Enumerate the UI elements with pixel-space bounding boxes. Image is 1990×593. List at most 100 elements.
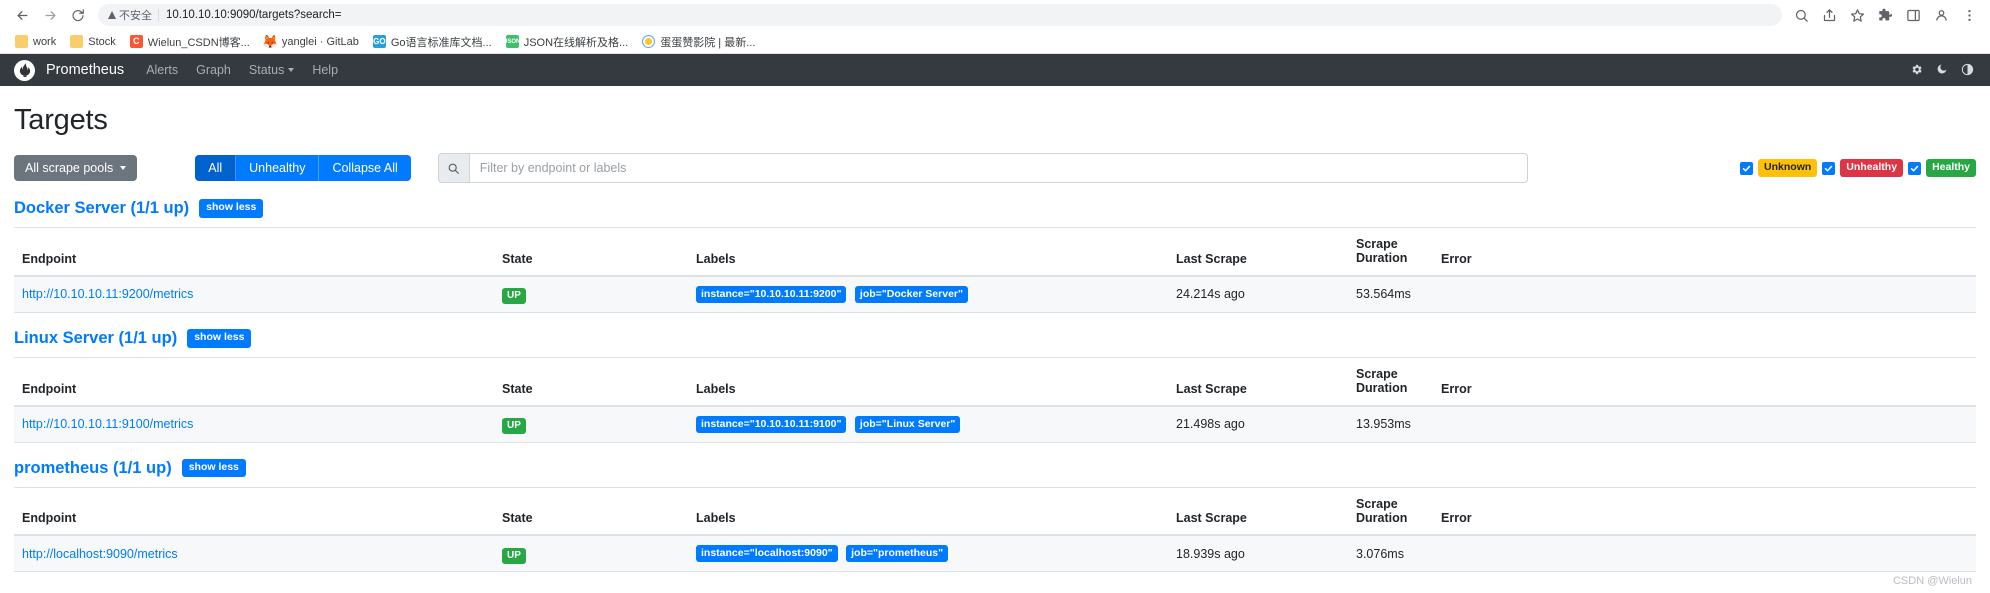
bookmark-label: work	[33, 35, 57, 48]
error-value	[1433, 405, 1976, 443]
bookmark-go-docs[interactable]: GO Go语言标准库文档...	[366, 32, 499, 52]
status-filter-unhealthy[interactable]: Unhealthy	[1822, 159, 1904, 177]
table-header-row: Endpoint State Labels Last Scrape Scrape…	[14, 356, 1976, 407]
json-icon: JSON	[504, 35, 520, 48]
sidepanel-icon[interactable]	[1900, 2, 1926, 28]
pool-title[interactable]: Docker Server (1/1 up)	[14, 199, 189, 218]
nav-link-graph[interactable]: Graph	[196, 63, 231, 77]
prometheus-logo-icon[interactable]	[14, 59, 35, 81]
page-body: Targets All scrape pools All Unhealthy C…	[0, 104, 1990, 573]
forward-button[interactable]	[36, 1, 64, 29]
address-bar[interactable]: 不安全 10.10.10.10:9090/targets?search=	[98, 4, 1782, 26]
bookmark-label: yanglei · GitLab	[281, 35, 359, 48]
col-labels: Labels	[688, 356, 1168, 407]
scrape-pool-dropdown[interactable]: All scrape pools	[14, 155, 138, 181]
search-input[interactable]	[468, 153, 1528, 183]
col-labels: Labels	[688, 486, 1168, 537]
bookmark-work[interactable]: work	[8, 33, 63, 50]
back-arrow-icon	[17, 10, 27, 20]
table-row: http://10.10.10.11:9200/metrics UP insta…	[14, 275, 1976, 313]
bookmarks-bar: work Stock C Wielun_CSDN博客... 🦊 yanglei …	[0, 30, 1990, 54]
nav-link-alerts[interactable]: Alerts	[146, 63, 178, 77]
warning-triangle-icon	[108, 11, 116, 19]
error-value	[1433, 275, 1976, 313]
gear-icon[interactable]	[1910, 63, 1923, 78]
profile-icon[interactable]	[1928, 2, 1954, 28]
label-badge[interactable]: job="Linux Server"	[854, 415, 961, 433]
nav-link-status[interactable]: Status	[249, 63, 295, 77]
collapse-all-button[interactable]: Collapse All	[319, 155, 411, 181]
col-state: State	[494, 356, 688, 407]
endpoint-link[interactable]: http://localhost:9090/metrics	[22, 547, 178, 561]
pool-header: Linux Server (1/1 up) show less	[14, 329, 1976, 348]
bookmark-csdn-blog[interactable]: C Wielun_CSDN博客...	[123, 32, 257, 52]
watermark: CSDN @Wielun	[1892, 575, 1972, 587]
back-button[interactable]	[8, 1, 36, 29]
extensions-icon[interactable]	[1872, 2, 1898, 28]
scrape-pool-section: Linux Server (1/1 up) show less Endpoint…	[14, 329, 1976, 443]
chevron-down-icon	[288, 68, 295, 72]
folder-icon	[70, 35, 84, 48]
endpoint-link[interactable]: http://10.10.10.11:9100/metrics	[22, 417, 193, 431]
forward-arrow-icon	[45, 10, 55, 20]
navbar-right-controls	[1910, 63, 1974, 78]
bookmark-label: JSON在线解析及格...	[523, 36, 629, 49]
label-badge[interactable]: job="Docker Server"	[854, 285, 968, 303]
page-title: Targets	[14, 104, 108, 136]
filter-all-button[interactable]: All	[195, 155, 237, 181]
checkbox-checked-icon[interactable]	[1822, 161, 1836, 175]
pool-toggle-button[interactable]: show less	[187, 329, 252, 348]
pool-title[interactable]: Linux Server (1/1 up)	[14, 329, 177, 348]
bookmark-stock[interactable]: Stock	[63, 33, 123, 50]
security-label: 不安全	[119, 10, 152, 22]
contrast-icon[interactable]	[1961, 63, 1974, 78]
table-header-row: Endpoint State Labels Last Scrape Scrape…	[14, 486, 1976, 537]
bookmark-label: Stock	[88, 35, 116, 48]
label-badge[interactable]: job="prometheus"	[846, 545, 949, 563]
nav-link-help[interactable]: Help	[312, 63, 338, 77]
col-endpoint: Endpoint	[14, 486, 494, 537]
gitlab-icon: 🦊	[262, 34, 279, 49]
label-badge[interactable]: instance="10.10.10.11:9200"	[696, 285, 847, 303]
pool-toggle-button[interactable]: show less	[199, 199, 264, 218]
col-endpoint: Endpoint	[14, 356, 494, 407]
scrape-pool-section: Docker Server (1/1 up) show less Endpoin…	[14, 199, 1976, 313]
moon-icon[interactable]	[1936, 63, 1948, 77]
status-filter-unknown[interactable]: Unknown	[1740, 159, 1818, 177]
error-value	[1433, 535, 1976, 573]
endpoint-link[interactable]: http://10.10.10.11:9200/metrics	[22, 287, 193, 301]
col-state: State	[494, 486, 688, 537]
nav-label: Graph	[196, 63, 231, 77]
label-badge[interactable]: instance="10.10.10.11:9100"	[696, 415, 847, 433]
col-scrape-duration: Scrape Duration	[1348, 356, 1433, 407]
menu-icon[interactable]	[1956, 2, 1982, 28]
csdn-icon: C	[129, 35, 143, 48]
duration-value: 13.953ms	[1348, 405, 1433, 443]
reload-button[interactable]	[64, 1, 92, 29]
col-error: Error	[1433, 486, 1976, 537]
pool-toggle-button[interactable]: show less	[181, 458, 246, 478]
pool-header: prometheus (1/1 up) show less	[14, 459, 1976, 478]
state-badge: UP	[502, 547, 526, 564]
prometheus-brand[interactable]: Prometheus	[46, 62, 124, 78]
status-badge-unhealthy: Unhealthy	[1840, 159, 1904, 177]
bookmark-json-tool[interactable]: JSON JSON在线解析及格...	[499, 32, 636, 52]
security-indicator[interactable]: 不安全	[108, 7, 158, 23]
pool-title[interactable]: prometheus (1/1 up)	[14, 459, 172, 478]
prometheus-navbar: Prometheus Alerts Graph Status Help	[0, 54, 1990, 86]
label-badge[interactable]: instance="localhost:9090"	[696, 545, 838, 563]
bookmark-gitlab[interactable]: 🦊 yanglei · GitLab	[257, 33, 366, 50]
status-filter-healthy[interactable]: Healthy	[1908, 159, 1976, 177]
status-badge-healthy: Healthy	[1926, 159, 1976, 177]
scrape-pool-label: All scrape pools	[25, 161, 114, 175]
filter-unhealthy-button[interactable]: Unhealthy	[236, 155, 320, 181]
checkbox-checked-icon[interactable]	[1740, 161, 1754, 175]
checkbox-checked-icon[interactable]	[1908, 161, 1922, 175]
share-icon[interactable]	[1816, 2, 1842, 28]
star-icon[interactable]	[1844, 2, 1870, 28]
go-icon: GO	[372, 35, 386, 48]
bookmark-label: Go语言标准库文档...	[390, 36, 492, 49]
bookmark-movie-site[interactable]: 蛋蛋赞影院 | 最新...	[635, 32, 762, 52]
search-icon[interactable]	[1788, 2, 1814, 28]
filter-button-group: All Unhealthy Collapse All	[195, 155, 411, 181]
